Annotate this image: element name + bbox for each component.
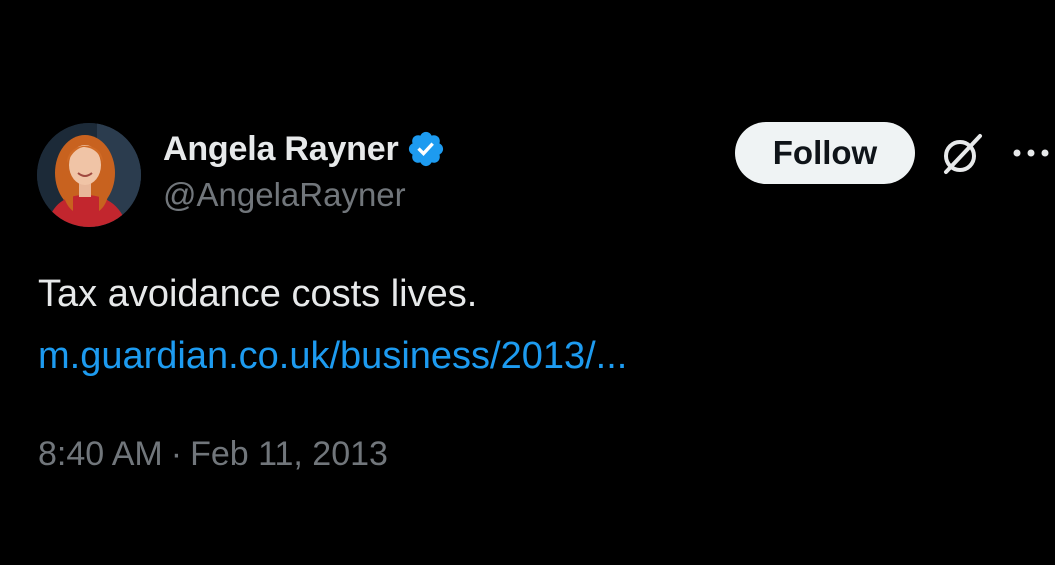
more-options-icon[interactable] xyxy=(1011,138,1055,168)
avatar-image xyxy=(37,123,141,227)
tweet-link[interactable]: m.guardian.co.uk/business/2013/... xyxy=(38,332,627,380)
timestamp-separator: · xyxy=(170,435,183,473)
follow-button[interactable]: Follow xyxy=(735,122,915,184)
tweet-time[interactable]: 8:40 AM xyxy=(38,435,163,473)
name-row: Angela Rayner xyxy=(163,126,446,172)
tweet-timestamp[interactable]: 8:40 AM · Feb 11, 2013 xyxy=(38,432,388,476)
tweet-text: Tax avoidance costs lives. xyxy=(38,273,478,315)
tweet-card: Angela Rayner @AngelaRayner Follow Tax a… xyxy=(0,0,1055,565)
verified-badge-icon xyxy=(406,129,446,169)
avatar[interactable] xyxy=(37,123,141,227)
tweet-date[interactable]: Feb 11, 2013 xyxy=(190,435,388,473)
display-name[interactable]: Angela Rayner xyxy=(163,130,399,169)
grok-icon[interactable] xyxy=(936,128,988,180)
author-block: Angela Rayner @AngelaRayner xyxy=(163,126,446,214)
user-handle[interactable]: @AngelaRayner xyxy=(163,176,446,214)
